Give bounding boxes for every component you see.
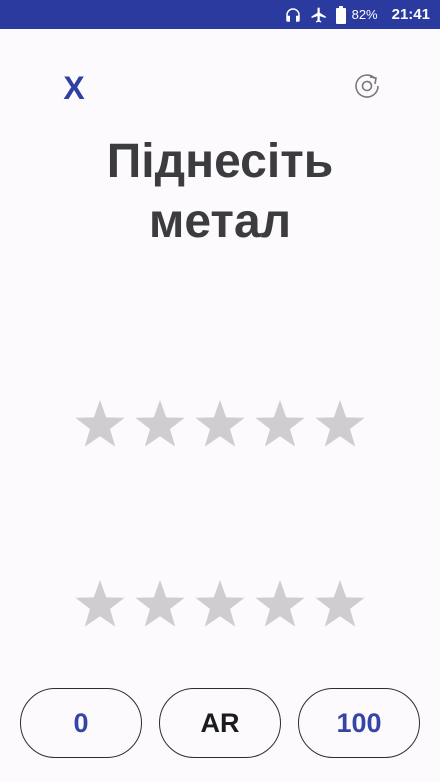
star-icon[interactable]	[193, 398, 247, 452]
star-icon[interactable]	[133, 398, 187, 452]
star-icon[interactable]	[253, 398, 307, 452]
star-icon[interactable]	[133, 578, 187, 632]
min-value-button[interactable]: 0	[20, 688, 142, 758]
headphones-icon	[284, 6, 302, 24]
star-icon[interactable]	[73, 578, 127, 632]
star-icon[interactable]	[313, 578, 367, 632]
instruction-title: Піднесіть метал	[20, 132, 420, 252]
battery-percent: 82%	[351, 7, 378, 22]
airplane-mode-icon	[310, 6, 328, 24]
star-icon[interactable]	[193, 578, 247, 632]
clock: 21:41	[391, 6, 430, 23]
status-bar: 82% 21:41	[0, 0, 440, 29]
max-value-button[interactable]: 100	[298, 688, 420, 758]
bottom-controls: 0 AR 100	[0, 688, 440, 758]
battery-icon	[335, 5, 346, 24]
star-icon[interactable]	[73, 398, 127, 452]
ar-button[interactable]: AR	[159, 688, 281, 758]
rating-stars-top	[73, 398, 367, 452]
instruction-line-1: Піднесіть	[106, 135, 334, 188]
close-button[interactable]: X	[58, 68, 90, 108]
star-icon[interactable]	[313, 398, 367, 452]
star-icon[interactable]	[253, 578, 307, 632]
rating-stars-bottom	[73, 578, 367, 632]
reset-button[interactable]	[349, 70, 385, 106]
rotate-icon	[351, 70, 383, 107]
instruction-line-2: метал	[148, 195, 292, 248]
